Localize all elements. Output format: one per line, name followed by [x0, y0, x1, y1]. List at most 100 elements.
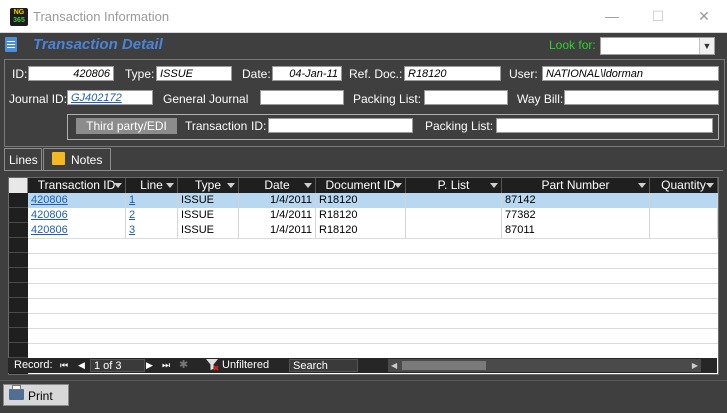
search-input[interactable]: Search: [289, 359, 358, 372]
current-record-input[interactable]: 1 of 3: [90, 359, 145, 372]
trans-id-label: ID:: [251, 119, 267, 133]
cell-part-number: 77382: [502, 208, 650, 223]
grid-line: [28, 283, 718, 284]
id-field[interactable]: 420806: [28, 66, 114, 81]
column-header-plist[interactable]: P. List: [406, 178, 502, 193]
row-selector[interactable]: [9, 208, 28, 223]
edi-packing-list-label: Packing List:: [425, 119, 494, 133]
column-label: Type: [194, 178, 221, 192]
close-button[interactable]: ✕: [681, 0, 727, 32]
packing-list-field[interactable]: [424, 90, 508, 105]
cell-part-number: 87011: [502, 223, 650, 238]
column-label: Line: [140, 178, 163, 192]
cell-transaction-id[interactable]: 420806: [28, 208, 126, 223]
row-selector: [9, 238, 28, 253]
ref-doc-field[interactable]: R18120: [404, 66, 501, 81]
cell-transaction-id[interactable]: 420806: [28, 193, 126, 208]
column-header-line[interactable]: Line: [126, 178, 178, 193]
row-selector: [9, 283, 28, 298]
column-label: Date: [264, 178, 290, 192]
column-header-document-id[interactable]: Document ID: [316, 178, 406, 193]
scroll-right-icon[interactable]: ▶: [692, 359, 698, 372]
horizontal-scrollbar[interactable]: ◀ ▶: [388, 359, 701, 372]
column-label: Document ID: [325, 178, 396, 192]
grid-line: [28, 313, 718, 314]
table-row[interactable]: 420806 3 ISSUE 1/4/2011 R18120 87011: [28, 223, 718, 238]
select-all-corner[interactable]: [9, 178, 28, 193]
lookfor-select[interactable]: ▼: [600, 37, 715, 55]
previous-record-button[interactable]: ◀: [78, 358, 85, 373]
first-record-button[interactable]: ⏮: [60, 358, 68, 373]
row-selector: [9, 253, 28, 268]
tab-lines[interactable]: Lines: [4, 148, 42, 170]
logo-text-top: NG: [13, 9, 25, 16]
last-record-button[interactable]: ⏭: [162, 358, 170, 373]
packing-list-label: Packing List:: [353, 92, 422, 106]
column-label: Part Number: [541, 178, 610, 192]
user-field[interactable]: NATIONAL\ldorman: [542, 66, 719, 81]
dropdown-arrow-icon[interactable]: [304, 183, 312, 188]
journal-name-label: General Journal: [163, 92, 249, 106]
third-party-edi-button[interactable]: Third party/EDI: [76, 118, 177, 134]
scroll-left-icon[interactable]: ◀: [391, 359, 397, 372]
waybill-field[interactable]: [564, 90, 719, 105]
table-row[interactable]: 420806 2 ISSUE 1/4/2011 R18120 77382: [28, 208, 718, 223]
row-selector[interactable]: [9, 223, 28, 238]
next-record-button[interactable]: ▶: [146, 358, 153, 373]
date-field[interactable]: 04-Jan-11: [272, 66, 342, 81]
scroll-thumb[interactable]: [402, 361, 486, 370]
chevron-down-icon[interactable]: ▼: [699, 38, 714, 54]
user-label: User:: [509, 67, 538, 81]
dropdown-arrow-icon[interactable]: [227, 183, 235, 188]
column-label: P. List: [437, 178, 470, 192]
minimize-button[interactable]: —: [589, 0, 635, 32]
row-selector[interactable]: [9, 193, 28, 208]
dropdown-arrow-icon[interactable]: [490, 183, 498, 188]
cell-quantity: [650, 193, 718, 208]
cell-line[interactable]: 2: [126, 208, 178, 223]
column-header-date[interactable]: Date: [239, 178, 316, 193]
column-header-transaction-id[interactable]: Transaction ID: [28, 178, 126, 193]
lookfor-label: Look for:: [549, 38, 596, 52]
column-header-part-number[interactable]: Part Number: [502, 178, 650, 193]
cell-line[interactable]: 3: [126, 223, 178, 238]
printer-icon: [9, 385, 24, 400]
journal-name-field[interactable]: [260, 90, 344, 105]
cell-plist: [406, 223, 502, 238]
cell-type: ISSUE: [178, 223, 239, 238]
edi-transaction-id-field[interactable]: [268, 118, 413, 133]
cell-date: 1/4/2011: [239, 193, 316, 208]
cell-document-id: R18120: [316, 208, 406, 223]
dropdown-arrow-icon[interactable]: [394, 183, 402, 188]
page-title: Transaction Detail: [33, 36, 163, 53]
app-logo-icon: NG 365: [10, 8, 28, 26]
column-header-quantity[interactable]: Quantity: [650, 178, 718, 193]
dropdown-arrow-icon[interactable]: [706, 183, 714, 188]
notes-icon: [52, 152, 65, 165]
dropdown-arrow-icon[interactable]: [638, 183, 646, 188]
type-field[interactable]: ISSUE: [156, 66, 232, 81]
grid-line: [28, 328, 718, 329]
ref-doc-label: Ref. Doc.:: [349, 67, 403, 81]
grid-line: [28, 343, 718, 344]
cell-line[interactable]: 1: [126, 193, 178, 208]
table-row[interactable]: 420806 1 ISSUE 1/4/2011 R18120 87142: [28, 193, 718, 208]
row-selector: [9, 268, 28, 283]
column-header-type[interactable]: Type: [178, 178, 239, 193]
journal-id-field[interactable]: GJ402172: [67, 90, 153, 105]
filter-icon[interactable]: [205, 358, 219, 373]
cell-type: ISSUE: [178, 193, 239, 208]
id-label: ID:: [12, 67, 28, 81]
cell-transaction-id[interactable]: 420806: [28, 223, 126, 238]
cell-plist: [406, 208, 502, 223]
dropdown-arrow-icon[interactable]: [114, 183, 122, 188]
dropdown-arrow-icon[interactable]: [166, 183, 174, 188]
cell-date: 1/4/2011: [239, 223, 316, 238]
row-selector: [9, 343, 28, 358]
maximize-button[interactable]: ☐: [635, 0, 681, 32]
grid-line: [28, 253, 718, 254]
edi-packing-list-field[interactable]: [496, 118, 713, 133]
new-record-button[interactable]: ✱: [179, 358, 188, 373]
document-icon: [5, 37, 17, 52]
filter-status[interactable]: Unfiltered: [222, 358, 269, 373]
